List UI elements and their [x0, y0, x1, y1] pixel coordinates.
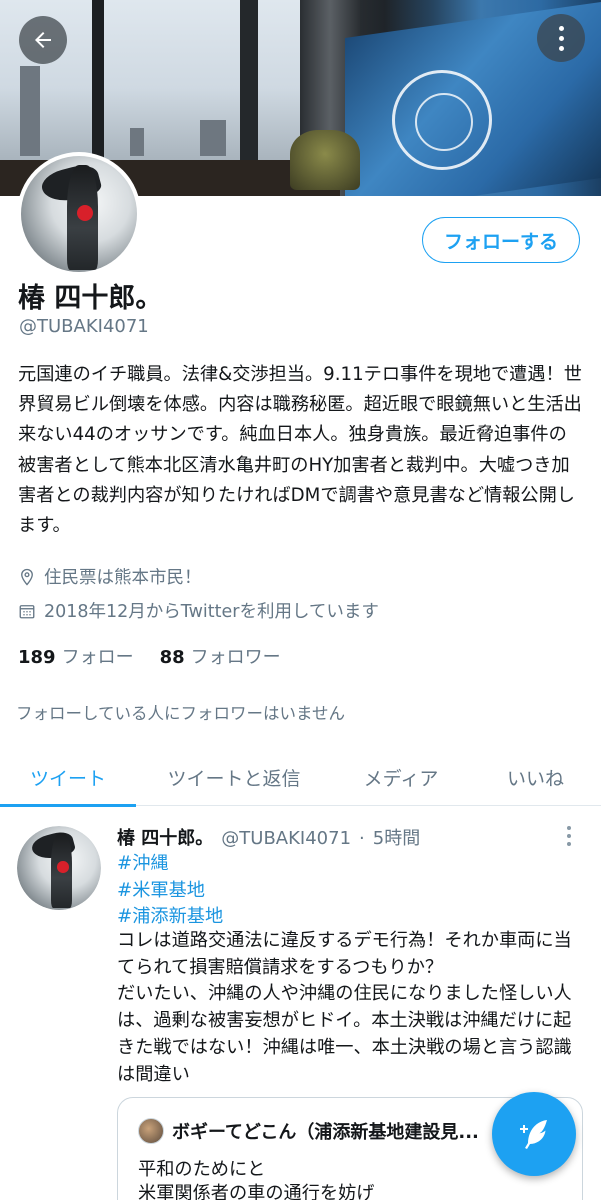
follow-counts: 189 フォロー 88 フォロワー [18, 643, 281, 669]
tab-likes[interactable]: いいね [470, 748, 601, 806]
avatar-image [17, 826, 101, 910]
banner-building [200, 120, 226, 156]
profile-handle: @TUBAKI4071 [19, 316, 149, 337]
follow-button[interactable]: フォローする [422, 217, 580, 263]
hashtag-link[interactable]: #米軍基地 [117, 878, 223, 905]
hashtag-link[interactable]: #浦添新基地 [117, 904, 223, 931]
quoted-tweet-avatar [138, 1118, 164, 1144]
tweet-time[interactable]: 5時間 [373, 824, 420, 850]
followed-by-text: フォローしている人にフォロワーはいません [16, 704, 346, 723]
tweet-author-handle: @TUBAKI4071 [221, 828, 352, 849]
hashtag-link[interactable]: #沖縄 [117, 851, 223, 878]
tab-tweets-and-replies[interactable]: ツイートと返信 [136, 748, 332, 806]
tweet-hashtags: #沖縄 #米軍基地 #浦添新基地 [117, 851, 223, 931]
more-vertical-icon [558, 25, 564, 51]
profile-location: 住民票は熊本市民！ [18, 564, 202, 589]
quoted-tweet-line: 米軍関係者の車の通行を妨げ [138, 1183, 375, 1200]
tweet-author-name[interactable]: 椿 四十郎。 [117, 824, 213, 850]
location-text: 住民票は熊本市民！ [44, 568, 202, 588]
banner-un-emblem [392, 70, 492, 170]
tab-tweets[interactable]: ツイート [0, 748, 136, 807]
quoted-tweet-line: 平和のためにと [138, 1159, 266, 1180]
calendar-icon [19, 604, 35, 618]
following-label: フォロー [61, 647, 134, 668]
profile-display-name: 椿 四十郎。 [18, 283, 163, 314]
tab-media[interactable]: メディア [332, 748, 470, 806]
quoted-tweet-author: ボギーてどこん（浦添新基地建設見... [172, 1122, 479, 1143]
more-vertical-icon [567, 826, 571, 846]
quoted-tweet-text: 平和のためにと 米軍関係者の車の通行を妨げ [138, 1158, 498, 1200]
banner-building [20, 66, 40, 156]
compose-tweet-button[interactable] [492, 1092, 576, 1176]
arrow-left-icon [35, 32, 51, 48]
profile-tabs: ツイート ツイートと返信 メディア いいね [0, 748, 601, 807]
followers-label: フォロワー [190, 647, 281, 668]
tweet-more-button[interactable] [567, 826, 571, 846]
compose-feather-icon [520, 1120, 547, 1149]
banner-building [130, 128, 144, 156]
tweet-text: コレは道路交通法に違反するデモ行為！それか車両に当てられて損害賠償請求をするつも… [117, 930, 572, 1085]
location-pin-icon [21, 568, 33, 586]
more-options-button[interactable] [537, 14, 585, 62]
avatar-image [21, 156, 137, 272]
tweet-separator: · [359, 828, 365, 849]
tweet-avatar[interactable] [17, 826, 101, 910]
following-count: 189 [18, 647, 56, 668]
quoted-tweet-header: ボギーてどこん（浦添新基地建設見... [138, 1118, 479, 1144]
joined-text: 2018年12月からTwitterを利用しています [44, 602, 379, 622]
profile-joined-date: 2018年12月からTwitterを利用しています [18, 598, 379, 623]
back-button[interactable] [19, 16, 67, 64]
followers-count: 88 [159, 647, 185, 668]
followers-count-link[interactable]: 88 フォロワー [160, 643, 281, 669]
banner-plant [290, 130, 360, 190]
tweet-header: 椿 四十郎。 @TUBAKI4071 · 5時間 [117, 824, 420, 850]
profile-avatar[interactable] [17, 152, 141, 276]
profile-bio: 元国連のイチ職員。法律&交渉担当。9.11テロ事件を現地で遭遇！世界貿易ビル倒壊… [18, 364, 582, 537]
following-count-link[interactable]: 189 フォロー [18, 643, 134, 669]
